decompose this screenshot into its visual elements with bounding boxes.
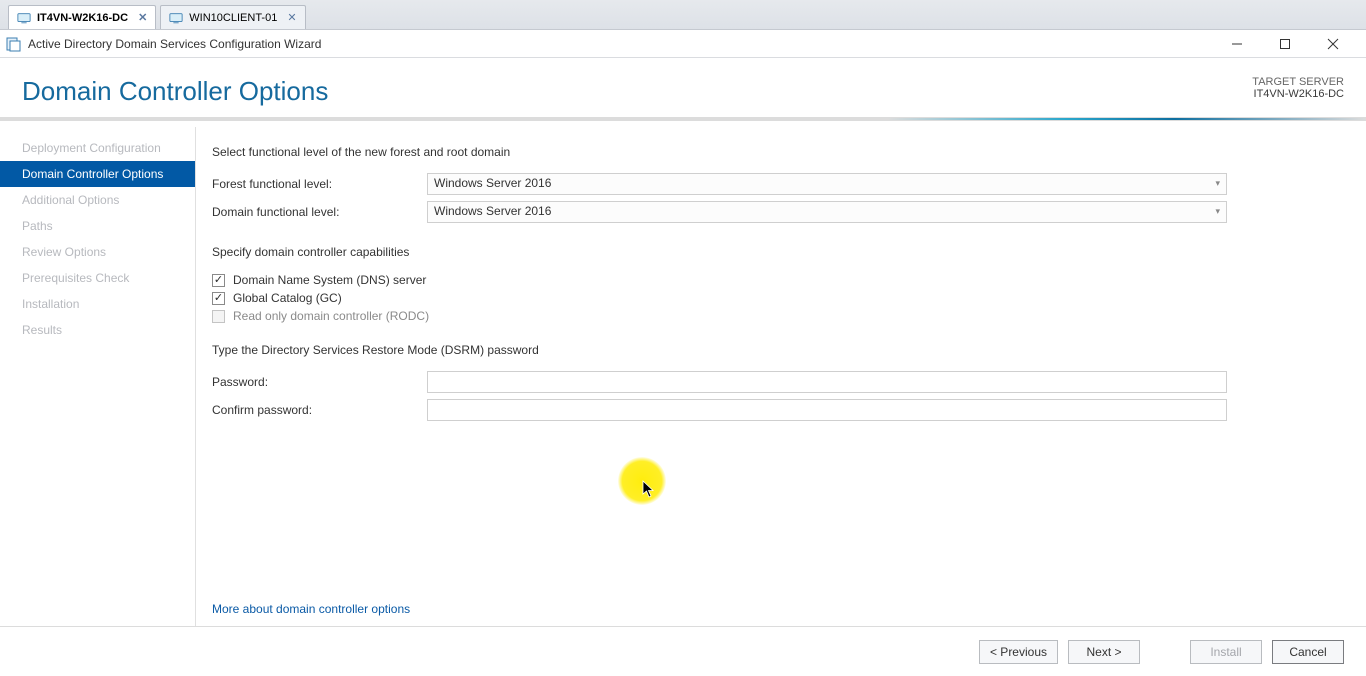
forest-level-row: Forest functional level: Windows Server … xyxy=(212,173,1344,195)
functional-level-header: Select functional level of the new fores… xyxy=(212,145,1344,159)
window-title: Active Directory Domain Services Configu… xyxy=(28,37,321,51)
rodc-checkbox-row: Read only domain controller (RODC) xyxy=(212,309,1344,323)
install-button[interactable]: Install xyxy=(1190,640,1262,664)
target-server-block: TARGET SERVER IT4VN-W2K16-DC xyxy=(1252,76,1344,100)
domain-level-value: Windows Server 2016 xyxy=(434,204,551,218)
vm-icon xyxy=(17,11,31,25)
confirm-password-input[interactable] xyxy=(427,399,1227,421)
tab-vm-2[interactable]: WIN10CLIENT-01 ✕ xyxy=(160,5,305,29)
confirm-password-row: Confirm password: xyxy=(212,399,1344,421)
wizard-footer: < Previous Next > Install Cancel xyxy=(0,626,1366,676)
maximize-button[interactable] xyxy=(1270,34,1300,54)
sidebar-item-paths[interactable]: Paths xyxy=(0,213,195,239)
capabilities-header: Specify domain controller capabilities xyxy=(212,245,1344,259)
close-icon[interactable]: ✕ xyxy=(287,11,296,24)
domain-level-select[interactable]: Windows Server 2016 ▾ xyxy=(427,201,1227,223)
target-server-value: IT4VN-W2K16-DC xyxy=(1252,88,1344,100)
rodc-checkbox-label: Read only domain controller (RODC) xyxy=(233,309,429,323)
rodc-checkbox xyxy=(212,310,225,323)
vm-tab-bar: IT4VN-W2K16-DC ✕ WIN10CLIENT-01 ✕ xyxy=(0,0,1366,30)
tab-label: IT4VN-W2K16-DC xyxy=(37,12,128,24)
chevron-down-icon: ▾ xyxy=(1215,206,1220,217)
sidebar-item-prereq[interactable]: Prerequisites Check xyxy=(0,265,195,291)
window-controls xyxy=(1222,34,1360,54)
tab-label: WIN10CLIENT-01 xyxy=(189,12,277,24)
sidebar-item-results[interactable]: Results xyxy=(0,317,195,343)
forest-level-value: Windows Server 2016 xyxy=(434,176,551,190)
close-icon[interactable]: ✕ xyxy=(138,11,147,24)
main-area: Deployment Configuration Domain Controll… xyxy=(0,121,1366,626)
gc-checkbox-row: Global Catalog (GC) xyxy=(212,291,1344,305)
dns-checkbox-label: Domain Name System (DNS) server xyxy=(233,273,426,287)
wizard-sidebar: Deployment Configuration Domain Controll… xyxy=(0,127,196,626)
sidebar-item-install[interactable]: Installation xyxy=(0,291,195,317)
close-button[interactable] xyxy=(1318,34,1348,54)
cancel-button[interactable]: Cancel xyxy=(1272,640,1344,664)
wizard-icon xyxy=(6,36,22,52)
window-title-bar: Active Directory Domain Services Configu… xyxy=(0,30,1366,58)
sidebar-item-additional[interactable]: Additional Options xyxy=(0,187,195,213)
dns-checkbox[interactable] xyxy=(212,274,225,287)
forest-level-select[interactable]: Windows Server 2016 ▾ xyxy=(427,173,1227,195)
domain-level-row: Domain functional level: Windows Server … xyxy=(212,201,1344,223)
header-area: Domain Controller Options TARGET SERVER … xyxy=(0,58,1366,117)
confirm-password-label: Confirm password: xyxy=(212,403,427,417)
dsrm-header: Type the Directory Services Restore Mode… xyxy=(212,343,1344,357)
domain-level-label: Domain functional level: xyxy=(212,205,427,219)
next-button[interactable]: Next > xyxy=(1068,640,1140,664)
sidebar-item-review[interactable]: Review Options xyxy=(0,239,195,265)
gc-checkbox-label: Global Catalog (GC) xyxy=(233,291,342,305)
target-server-label: TARGET SERVER xyxy=(1252,76,1344,88)
sidebar-item-dc-options[interactable]: Domain Controller Options xyxy=(0,161,195,187)
password-input[interactable] xyxy=(427,371,1227,393)
password-label: Password: xyxy=(212,375,427,389)
vm-icon xyxy=(169,11,183,25)
dns-checkbox-row: Domain Name System (DNS) server xyxy=(212,273,1344,287)
page-title: Domain Controller Options xyxy=(22,76,328,107)
tab-vm-1[interactable]: IT4VN-W2K16-DC ✕ xyxy=(8,5,156,29)
password-row: Password: xyxy=(212,371,1344,393)
forest-level-label: Forest functional level: xyxy=(212,177,427,191)
cursor-highlight xyxy=(618,457,666,505)
gc-checkbox[interactable] xyxy=(212,292,225,305)
previous-button[interactable]: < Previous xyxy=(979,640,1058,664)
content-panel: Select functional level of the new fores… xyxy=(196,127,1366,626)
chevron-down-icon: ▾ xyxy=(1215,178,1220,189)
cursor-icon xyxy=(642,480,656,503)
more-about-link[interactable]: More about domain controller options xyxy=(212,602,410,616)
minimize-button[interactable] xyxy=(1222,34,1252,54)
sidebar-item-deployment[interactable]: Deployment Configuration xyxy=(0,135,195,161)
